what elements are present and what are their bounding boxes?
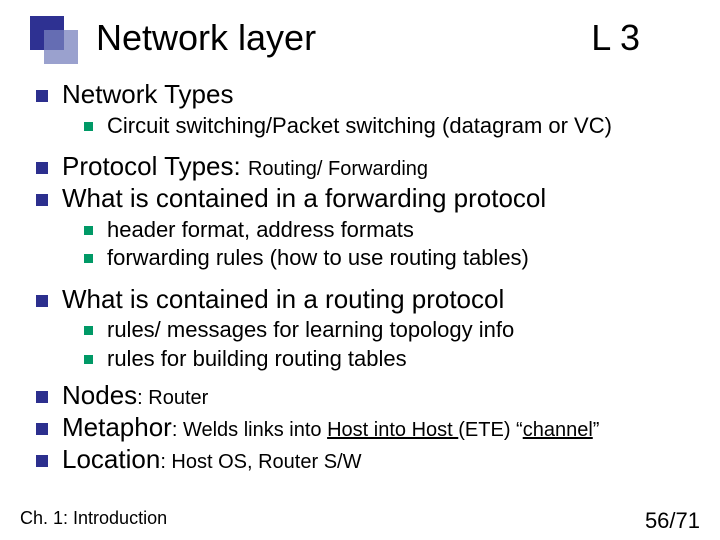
text: Network Types [62, 80, 710, 110]
text: Protocol Types: Routing/ Forwarding [62, 152, 710, 182]
bullet-icon [36, 90, 48, 102]
seg-f: ” [593, 419, 600, 441]
seg-d: (ETE) “ [458, 419, 522, 441]
footer-page: 56/71 [645, 508, 700, 534]
text: What is contained in a routing protocol [62, 285, 710, 315]
item-network-types: Network Types [36, 80, 710, 110]
footer-left: Ch. 1: Introduction [20, 508, 167, 534]
title-accent-icon [30, 16, 84, 60]
title-row: Network layer L 3 [30, 8, 700, 68]
seg-b: Routing/ Forwarding [248, 158, 428, 180]
seg-b: : Router [137, 387, 208, 409]
footer: Ch. 1: Introduction 56/71 [20, 508, 700, 534]
bullet-icon [36, 295, 48, 307]
bullet-icon [84, 226, 93, 235]
item-metaphor: Metaphor: Welds links into Host into Hos… [36, 413, 710, 443]
item-protocol-types: Protocol Types: Routing/ Forwarding [36, 152, 710, 182]
body: Network Types Circuit switching/Packet s… [36, 74, 710, 508]
subitem-fp1: header format, address formats [84, 217, 710, 242]
seg-a: Metaphor [62, 412, 172, 442]
bullet-icon [36, 391, 48, 403]
text: Location: Host OS, Router S/W [62, 445, 710, 475]
bullet-icon [84, 355, 93, 364]
title-left: Network layer [96, 17, 316, 59]
subitem-rp1: rules/ messages for learning topology in… [84, 317, 710, 342]
subitem-fp2: forwarding rules (how to use routing tab… [84, 245, 710, 270]
text: forwarding rules (how to use routing tab… [107, 245, 710, 270]
bullet-icon [36, 194, 48, 206]
seg-e: channel [523, 419, 593, 441]
text: rules for building routing tables [107, 346, 710, 371]
item-location: Location: Host OS, Router S/W [36, 445, 710, 475]
item-forwarding: What is contained in a forwarding protoc… [36, 184, 710, 214]
item-routing: What is contained in a routing protocol [36, 285, 710, 315]
seg-b: : Host OS, Router S/W [160, 451, 361, 473]
bullet-icon [36, 455, 48, 467]
bullet-icon [36, 162, 48, 174]
text: Nodes: Router [62, 381, 710, 411]
seg-c: Host into Host [327, 419, 458, 441]
item-nodes: Nodes: Router [36, 381, 710, 411]
bullet-icon [84, 122, 93, 131]
slide: Network layer L 3 Network Types Circuit … [0, 0, 720, 540]
title-right: L 3 [591, 17, 700, 59]
seg-a: Protocol Types: [62, 151, 248, 181]
seg-a: Nodes [62, 380, 137, 410]
bullet-icon [84, 326, 93, 335]
bullet-icon [84, 254, 93, 263]
text: rules/ messages for learning topology in… [107, 317, 710, 342]
seg-a: Location [62, 444, 160, 474]
text: Circuit switching/Packet switching (data… [107, 113, 710, 138]
text: header format, address formats [107, 217, 710, 242]
subitem-rp2: rules for building routing tables [84, 346, 710, 371]
text: Metaphor: Welds links into Host into Hos… [62, 413, 710, 443]
bullet-icon [36, 423, 48, 435]
seg-b: : Welds links into [172, 419, 327, 441]
title-text: Network layer L 3 [96, 17, 700, 59]
text: What is contained in a forwarding protoc… [62, 184, 710, 214]
subitem-circuit: Circuit switching/Packet switching (data… [84, 113, 710, 138]
